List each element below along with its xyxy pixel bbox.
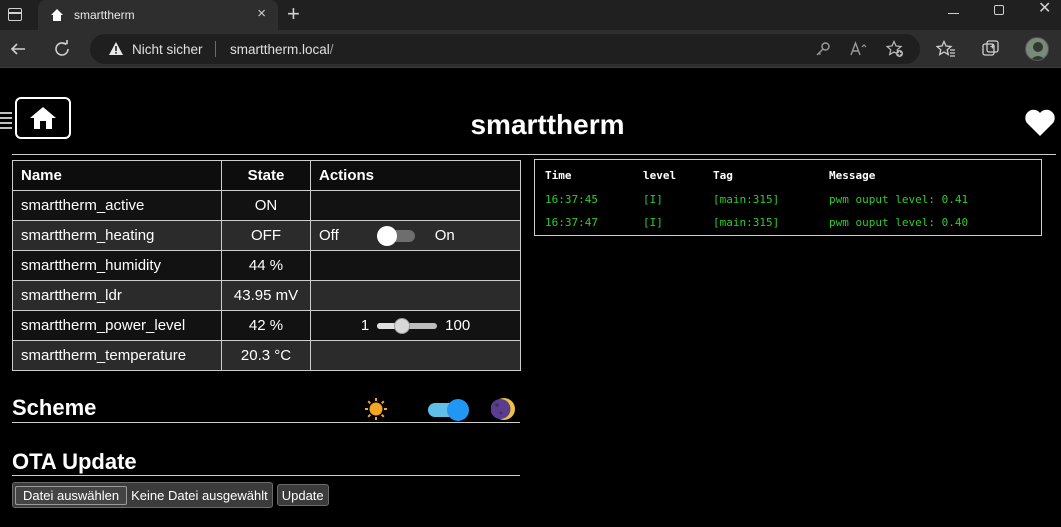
avatar[interactable] (1025, 37, 1049, 61)
column-header-actions: Actions (310, 160, 521, 191)
log-time: 16:37:47 (545, 216, 598, 229)
entity-actions: Off On (310, 220, 521, 251)
log-level: [I] (643, 216, 663, 229)
ota-form: Datei auswählen Keine Datei ausgewählt U… (12, 482, 329, 508)
entity-name: smarttherm_humidity (12, 250, 222, 281)
url-text[interactable]: smarttherm.local/ (230, 42, 334, 57)
entity-state: OFF (221, 220, 311, 251)
file-input[interactable]: Datei auswählen Keine Datei ausgewählt (12, 482, 273, 508)
log-header-time: Time (545, 169, 572, 182)
entity-state: 20.3 °C (221, 340, 311, 371)
browser-tab[interactable]: smarttherm × (38, 0, 278, 30)
switch-on-label: On (434, 227, 455, 244)
entity-name: smarttherm_power_level (12, 310, 222, 341)
entity-name: smarttherm_ldr (12, 280, 222, 311)
title-divider (12, 154, 1056, 155)
entity-actions (310, 340, 521, 371)
entity-state: 42 % (221, 310, 311, 341)
browser-toolbar: Nicht sicher smarttherm.local/ (0, 30, 1061, 68)
power-level-control: 1 100 (319, 317, 512, 334)
entity-actions (310, 190, 521, 221)
scheme-toggle-knob (447, 399, 469, 421)
table-row: smarttherm_humidity 44 % (12, 250, 521, 281)
log-level: [I] (643, 193, 663, 206)
house-icon (51, 9, 63, 21)
table-row: smarttherm_power_level 42 % 1 100 (12, 310, 521, 341)
sun-icon (365, 398, 387, 420)
maximize-button[interactable] (994, 5, 1004, 15)
add-favorite-icon[interactable] (886, 40, 904, 58)
entity-state: 44 % (221, 250, 311, 281)
no-file-label: Keine Datei ausgewählt (131, 487, 268, 503)
tab-close-icon[interactable]: × (257, 6, 266, 22)
warning-icon[interactable] (108, 41, 124, 57)
power-level-slider[interactable] (377, 317, 438, 334)
column-header-state: State (221, 160, 311, 191)
table-row: smarttherm_active ON (12, 190, 521, 221)
page-content: smarttherm Name State Actions smarttherm… (0, 69, 1061, 527)
slider-max-label: 100 (445, 317, 471, 334)
states-table: Name State Actions smarttherm_active ON … (12, 160, 521, 371)
tab-title: smarttherm (74, 8, 135, 22)
slider-min-label: 1 (360, 317, 370, 334)
key-icon[interactable] (814, 40, 832, 58)
log-time: 16:37:45 (545, 193, 598, 206)
entity-name: smarttherm_active (12, 190, 222, 221)
window-icon[interactable] (8, 8, 22, 21)
entity-state: ON (221, 190, 311, 221)
not-secure-label[interactable]: Nicht sicher (132, 42, 203, 57)
scheme-title: Scheme (12, 395, 97, 420)
moon-icon (491, 398, 515, 420)
scheme-toggle[interactable] (428, 399, 469, 421)
heating-switch[interactable] (376, 226, 415, 247)
entity-actions (310, 250, 521, 281)
favorites-icon[interactable] (935, 38, 957, 60)
entity-actions (310, 280, 521, 311)
back-arrow-icon[interactable] (7, 38, 29, 60)
update-button[interactable]: Update (276, 484, 329, 506)
switch-knob (376, 226, 397, 247)
ota-title: OTA Update (12, 449, 137, 474)
log-panel: Time level Tag Message 16:37:45 [I] [mai… (534, 159, 1042, 236)
log-message: pwm ouput level: 0.40 (829, 216, 969, 229)
address-separator (215, 41, 216, 57)
minimize-button[interactable] (948, 13, 959, 14)
ota-divider (12, 475, 520, 476)
close-window-button[interactable]: ✕ (1038, 1, 1051, 17)
log-tag: [main:315] (713, 193, 780, 206)
table-row: smarttherm_ldr 43.95 mV (12, 280, 521, 311)
entity-state: 43.95 mV (221, 280, 311, 311)
log-header-level: level (643, 169, 677, 182)
entity-name: smarttherm_temperature (12, 340, 222, 371)
reload-icon[interactable] (51, 38, 73, 60)
table-row: smarttherm_heating OFF Off On (12, 220, 521, 251)
entity-name: smarttherm_heating (12, 220, 222, 251)
log-header-message: Message (829, 169, 876, 182)
browser-tab-bar: smarttherm × + ✕ (0, 0, 1061, 30)
url-path: / (329, 42, 334, 57)
scheme-divider (12, 422, 520, 423)
log-header-tag: Tag (713, 169, 733, 182)
table-header-row: Name State Actions (12, 160, 521, 191)
read-aloud-icon[interactable] (850, 40, 868, 58)
log-message: pwm ouput level: 0.41 (829, 193, 969, 206)
entity-actions: 1 100 (310, 310, 521, 341)
slider-handle[interactable] (394, 317, 410, 334)
switch-off-label: Off (319, 227, 339, 244)
choose-file-button[interactable]: Datei auswählen (15, 485, 128, 505)
address-bar[interactable]: Nicht sicher smarttherm.local/ (90, 34, 920, 64)
url-host: smarttherm.local (230, 42, 330, 57)
log-tag: [main:315] (713, 216, 780, 229)
new-tab-button[interactable]: + (287, 3, 300, 25)
collections-icon[interactable] (980, 38, 1002, 60)
page-title: smarttherm (470, 109, 625, 140)
column-header-name: Name (12, 160, 222, 191)
heart-icon[interactable] (1024, 109, 1056, 137)
table-row: smarttherm_temperature 20.3 °C (12, 340, 521, 371)
